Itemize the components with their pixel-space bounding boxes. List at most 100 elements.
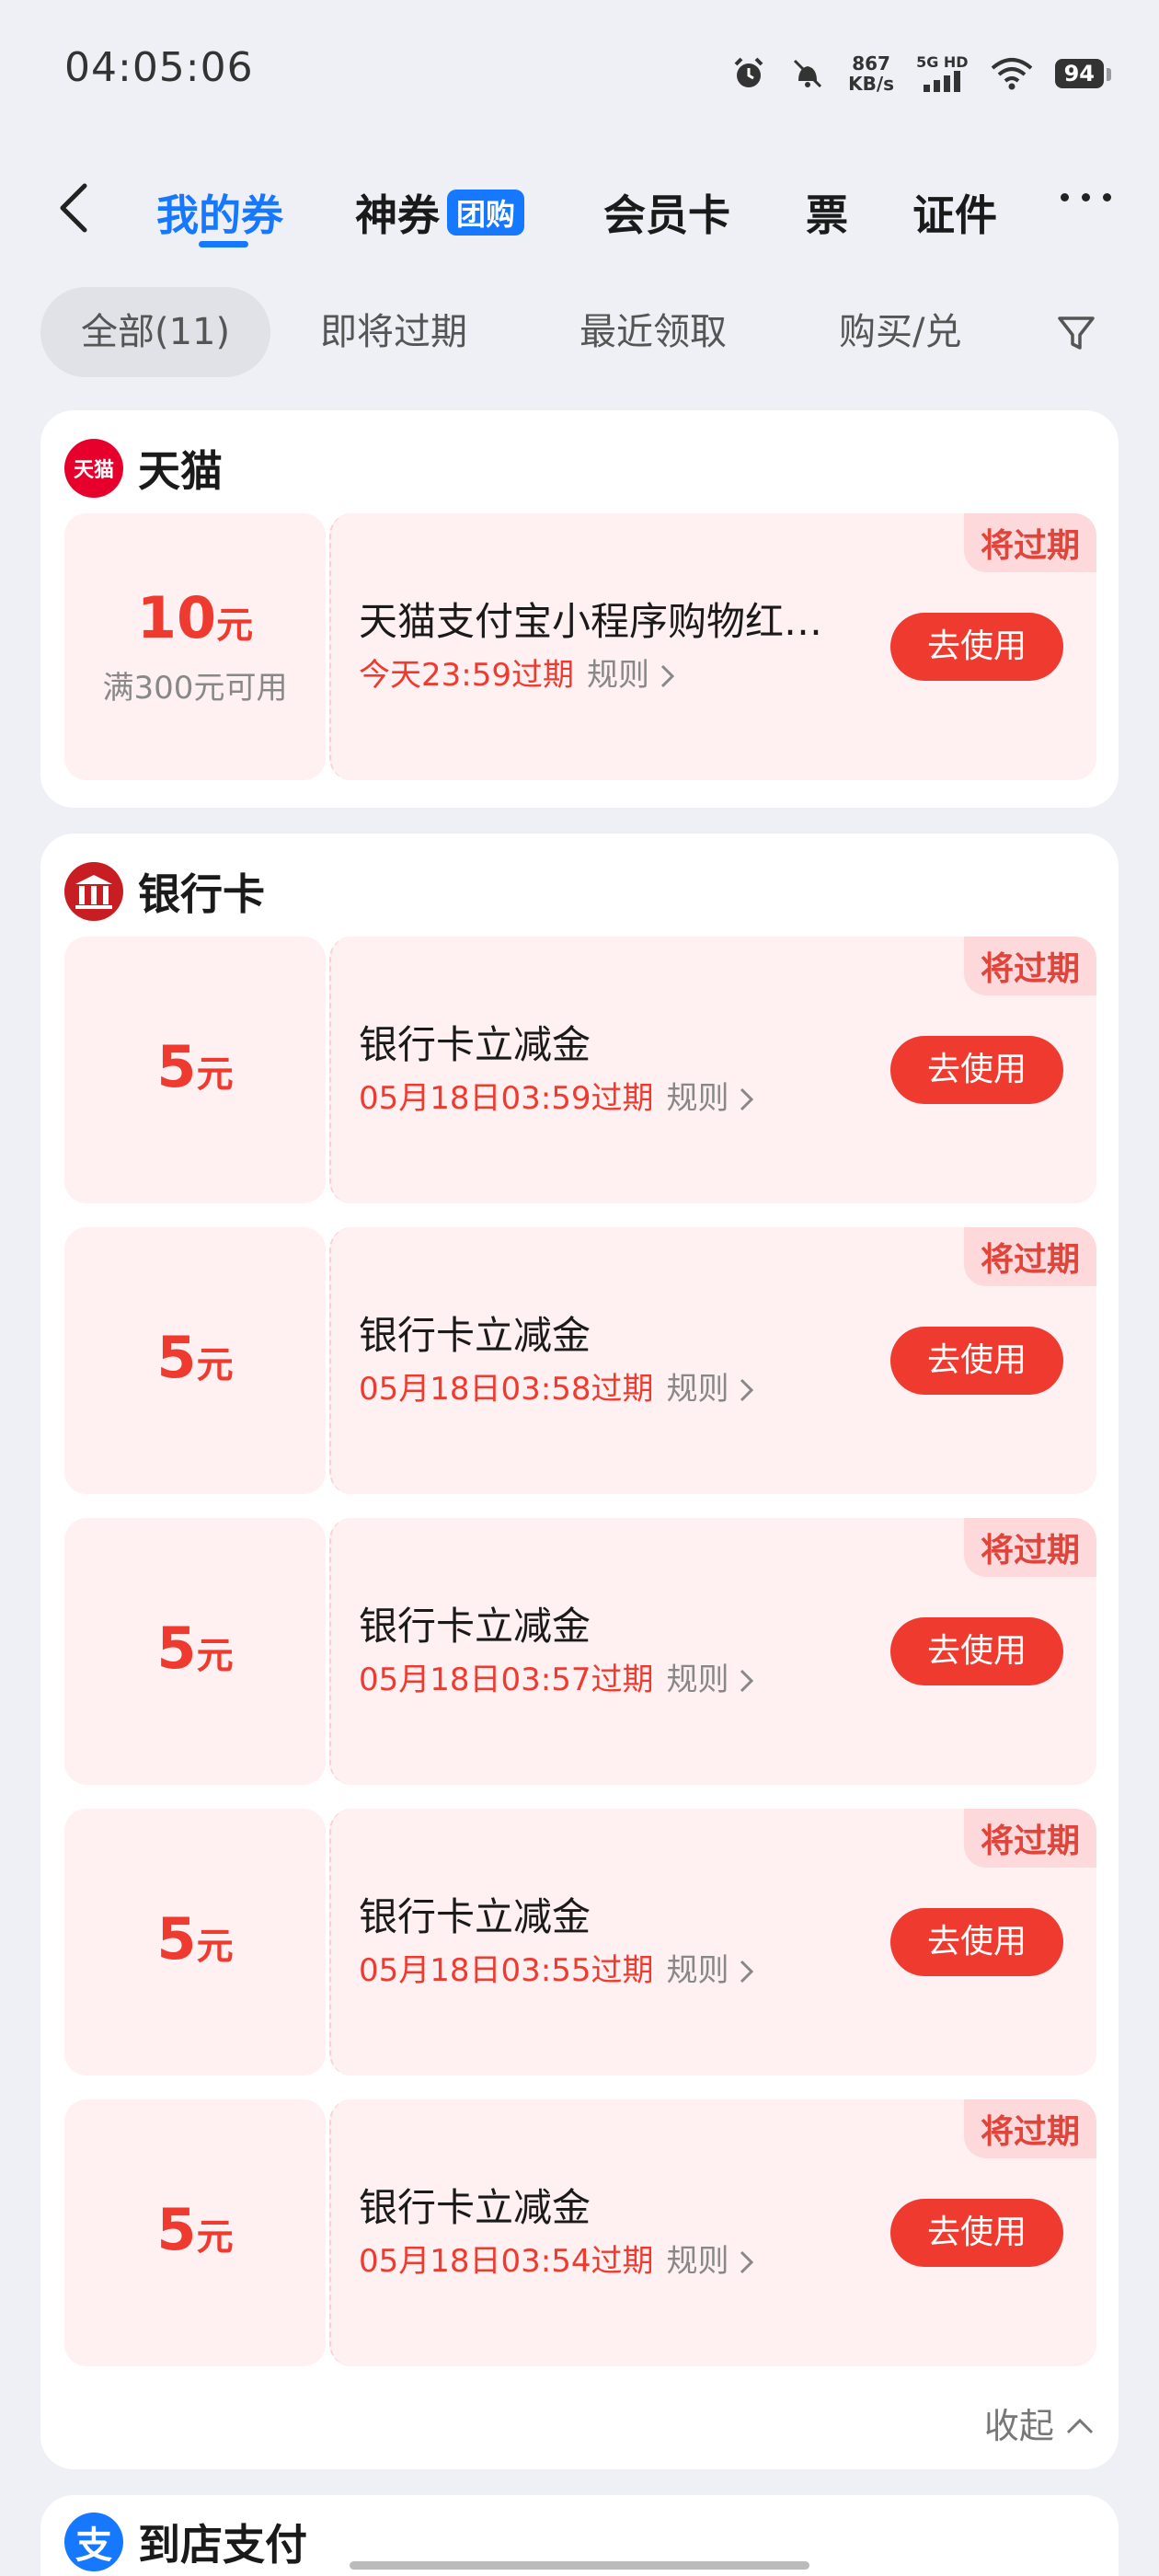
net-speed-value: 867 [852,52,890,75]
coupon-rule-link[interactable]: 规则 [667,1952,756,1989]
coupon-detail-panel: 将过期 银行卡立减金 05月18日03:54过期 规则 去使用 [329,2099,1096,2366]
coupon-amount-unit: 元 [196,1344,234,1386]
coupon-subline: 05月18日03:54过期 规则 [359,2236,755,2281]
rule-label: 规则 [666,2243,729,2280]
alipay-glyph: 支 [75,2524,112,2567]
coupon-subline: 05月18日03:57过期 规则 [359,1654,755,1699]
coupon-item: 5元 将过期 银行卡立减金 05月18日03:57过期 规则 去使用 [64,1518,1096,1785]
back-arrow-icon[interactable] [48,178,107,237]
chevron-right-icon [740,1669,754,1693]
coupon-rule-link[interactable]: 规则 [667,1371,756,1408]
expiring-tag: 将过期 [963,2099,1096,2158]
coupon-detail-panel: 将过期 银行卡立减金 05月18日03:55过期 规则 去使用 [329,1809,1096,2076]
collapse-button[interactable]: 收起 [984,2398,1095,2448]
coupon-amount-value: 5 [156,2196,197,2263]
coupon-expire: 05月18日03:54过期 [359,2243,654,2280]
tmall-section-card: 天猫 天猫 10元 满300元可用 将过期 天猫支付宝小程序购物红… 今天23:… [40,410,1119,808]
tab-super-coupons-label: 神券 [355,190,440,240]
more-dot [1082,193,1090,201]
group-buy-badge: 团购 [447,190,525,236]
store-pay-section-title: 到店支付 [138,2520,307,2570]
coupon-title: 天猫支付宝小程序购物红… [359,599,823,644]
coupon-detail-panel: 将过期 银行卡立减金 05月18日03:59过期 规则 去使用 [329,937,1096,1203]
filter-recently-received[interactable]: 最近领取 [580,287,727,377]
coupon-title: 银行卡立减金 [359,1604,591,1649]
coupon-amount-value: 5 [156,1033,197,1100]
coupon-rule-link[interactable]: 规则 [667,1080,756,1117]
net-speed-unit: KB/s [848,73,895,95]
coupon-expire: 05月18日03:59过期 [359,1080,654,1117]
status-icons: 867 KB/s 5G HD 94 [730,46,1112,101]
tab-member-card[interactable]: 会员卡 [603,182,730,243]
bank-logo-icon [64,862,123,921]
bank-section-title: 银行卡 [138,869,265,919]
coupon-item: 5元 将过期 银行卡立减金 05月18日03:58过期 规则 去使用 [64,1227,1096,1494]
coupon-subline: 05月18日03:58过期 规则 [359,1363,755,1409]
tab-super-coupons[interactable]: 神券 团购 [355,182,525,243]
coupon-amount-unit: 元 [196,1926,234,1968]
battery-indicator: 94 [1054,59,1112,88]
coupon-amount-panel: 5元 [64,937,326,1203]
more-dot [1061,193,1069,201]
expiring-tag: 将过期 [963,1518,1096,1577]
filter-expiring-soon[interactable]: 即将过期 [320,287,467,377]
status-bar: 04:05:06 867 KB/s 5G HD 94 [0,0,1159,138]
rule-label: 规则 [666,1371,729,1408]
coupon-amount-value: 5 [156,1324,197,1391]
coupon-amount-panel: 5元 [64,1518,326,1785]
chevron-up-icon [1066,2418,1094,2434]
coupon-amount-value: 5 [156,1615,197,1682]
tmall-logo-icon: 天猫 [64,439,123,498]
chevron-right-icon [740,1960,754,1984]
coupon-amount: 5元 [64,1328,326,1395]
coupon-item: 5元 将过期 银行卡立减金 05月18日03:55过期 规则 去使用 [64,1809,1096,2076]
tmall-section-header: 天猫 天猫 [64,438,223,499]
expiring-tag: 将过期 [963,937,1096,995]
coupon-amount-panel: 5元 [64,1809,326,2076]
use-coupon-button[interactable]: 去使用 [890,2199,1063,2267]
tmall-section-title: 天猫 [138,446,223,496]
coupon-title: 银行卡立减金 [359,1313,591,1358]
coupon-amount-unit: 元 [196,1053,234,1096]
filter-bar: 全部(11) 即将过期 最近领取 购买/兑 [0,287,1159,379]
net-speed: 867 KB/s [848,53,894,94]
coupon-amount-panel: 10元 满300元可用 [64,513,326,780]
coupon-amount-value: 5 [156,1905,197,1972]
coupon-rule-link[interactable]: 规则 [667,2243,756,2280]
coupon-rule-link[interactable]: 规则 [587,657,676,694]
active-tab-indicator [199,241,248,247]
coupon-expire: 05月18日03:57过期 [359,1662,654,1698]
coupon-detail-panel: 将过期 银行卡立减金 05月18日03:57过期 规则 去使用 [329,1518,1096,1785]
coupon-amount-unit: 元 [196,2216,234,2259]
filter-all[interactable]: 全部(11) [40,287,271,377]
coupon-amount-unit: 元 [196,1635,234,1677]
use-coupon-button[interactable]: 去使用 [890,1327,1063,1395]
tab-my-coupons[interactable]: 我的券 [156,182,283,243]
rule-label: 规则 [586,657,649,694]
alarm-icon [734,57,763,87]
mute-bell-icon [794,59,822,88]
use-coupon-button[interactable]: 去使用 [890,1036,1063,1104]
use-coupon-button[interactable]: 去使用 [890,1617,1063,1685]
filter-funnel-icon[interactable] [1054,311,1098,355]
coupon-title: 银行卡立减金 [359,1022,591,1067]
coupon-rule-link[interactable]: 规则 [667,1662,756,1698]
coupon-subline: 05月18日03:59过期 规则 [359,1073,755,1118]
coupon-condition: 满300元可用 [102,670,288,707]
tab-tickets[interactable]: 票 [806,182,848,243]
rule-label: 规则 [666,1080,729,1117]
cellular-signal: 5G HD [916,55,969,92]
chevron-right-icon [740,1378,754,1402]
rule-label: 规则 [666,1662,729,1698]
expiring-tag: 将过期 [963,1809,1096,1868]
filter-purchase-redeem[interactable]: 购买/兑 [839,287,977,377]
tab-documents[interactable]: 证件 [912,182,997,243]
signal-label: 5G HD [916,53,969,71]
store-pay-section-header: 支 到店支付 [64,2512,307,2572]
more-menu-icon[interactable] [1061,193,1111,201]
use-coupon-button[interactable]: 去使用 [890,613,1063,681]
expiring-tag: 将过期 [963,1227,1096,1286]
coupon-detail-panel: 将过期 天猫支付宝小程序购物红… 今天23:59过期 规则 去使用 [329,513,1096,780]
coupon-subline: 05月18日03:55过期 规则 [359,1945,755,1990]
use-coupon-button[interactable]: 去使用 [890,1908,1063,1976]
